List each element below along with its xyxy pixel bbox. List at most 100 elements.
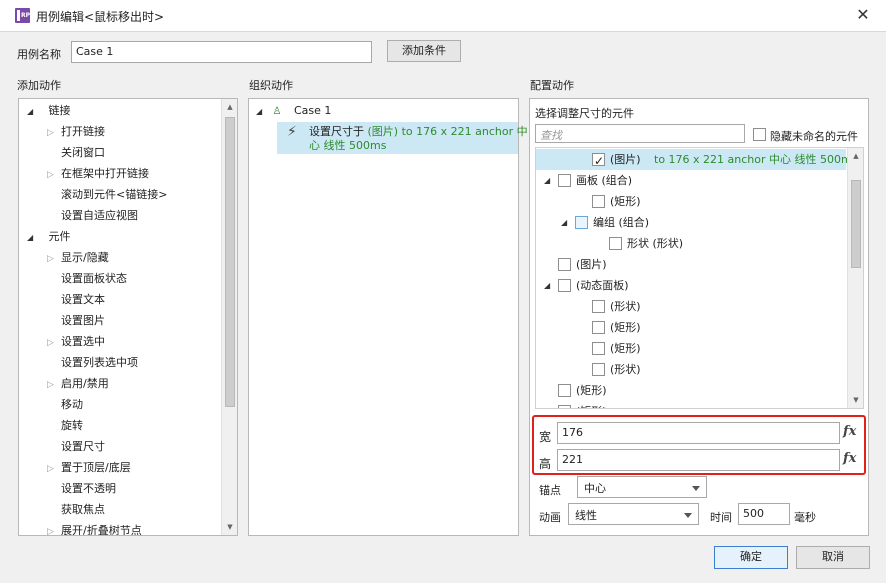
expand-arrow-icon[interactable]: ◢	[27, 101, 37, 122]
tree-item-widget-0[interactable]: ▷ 显示/隐藏	[47, 247, 109, 268]
height-fx-button[interactable]: fx	[843, 451, 856, 466]
hide-unnamed-label: 隐藏未命名的元件	[770, 130, 858, 143]
select-widget-label: 选择调整尺寸的元件	[535, 107, 634, 120]
tree-item-link-2[interactable]: ▷ 在框架中打开链接	[47, 163, 149, 184]
animation-select[interactable]: 线性	[568, 503, 699, 525]
widget-checkbox[interactable]	[558, 174, 571, 187]
widget-checkbox[interactable]	[592, 342, 605, 355]
tree-item-widget-13[interactable]: ▷ 展开/折叠树节点	[47, 520, 142, 536]
widget-checkbox[interactable]	[609, 237, 622, 250]
tree-item-widget-1[interactable]: 设置面板状态	[47, 268, 127, 289]
expand-arrow-icon[interactable]: ◢	[561, 212, 567, 233]
widget-tree-scrollbar[interactable]: ▲ ▼	[847, 148, 863, 408]
widget-checkbox[interactable]	[592, 321, 605, 334]
widget-tree-row[interactable]: 形状 (形状)	[536, 233, 846, 254]
cancel-button[interactable]: 取消	[796, 546, 870, 569]
tree-item-widget-5[interactable]: 设置列表选中项	[47, 352, 138, 373]
expand-arrow-icon[interactable]: ▷	[47, 165, 61, 186]
scroll-up-icon[interactable]: ▲	[222, 103, 237, 111]
widget-label: (形状)	[610, 300, 641, 313]
widget-tree-row[interactable]: (形状)	[536, 296, 846, 317]
widget-tree-row[interactable]: (矩形)	[536, 338, 846, 359]
add-condition-button[interactable]: 添加条件	[387, 40, 461, 62]
expand-arrow-icon[interactable]: ▷	[47, 123, 61, 144]
scroll-up-icon[interactable]: ▲	[848, 152, 863, 160]
scroll-thumb[interactable]	[851, 180, 861, 268]
expand-arrow-icon[interactable]: ◢	[256, 101, 266, 122]
height-input[interactable]: 221	[557, 449, 840, 471]
tree-item-label: 关闭窗口	[61, 146, 105, 159]
widget-tree-row[interactable]: (矩形)	[536, 191, 846, 212]
anchor-select[interactable]: 中心	[577, 476, 707, 498]
widget-tree-row[interactable]: (图片) to 176 x 221 anchor 中心 线性 500ms	[536, 149, 857, 172]
tree-item-label: 设置自适应视图	[61, 209, 138, 222]
widget-checkbox[interactable]	[592, 300, 605, 313]
expand-arrow-icon[interactable]: ▷	[47, 522, 61, 535]
tree-item-label: 设置图片	[61, 314, 105, 327]
expand-arrow-icon[interactable]: ▷	[47, 333, 61, 354]
widget-label: 形状 (形状)	[627, 237, 684, 250]
tree-node-widget[interactable]: ◢ 元件	[27, 226, 71, 247]
widget-checkbox[interactable]	[558, 384, 571, 397]
tree-item-widget-8[interactable]: 旋转	[47, 415, 83, 436]
widget-label: (矩形)	[610, 342, 641, 355]
expand-arrow-icon[interactable]: ▷	[47, 375, 61, 396]
expand-arrow-icon[interactable]: ▷	[47, 249, 61, 270]
action-item-selected[interactable]: ⚡ 设置尺寸于 (图片) to 176 x 221 anchor 中 心 线性 …	[277, 122, 528, 154]
expand-arrow-icon[interactable]: ◢	[544, 170, 550, 191]
tree-item-widget-7[interactable]: 移动	[47, 394, 83, 415]
time-input[interactable]: 500	[738, 503, 790, 525]
tree-item-label: 获取焦点	[61, 503, 105, 516]
tree-item-widget-11[interactable]: 设置不透明	[47, 478, 116, 499]
scroll-down-icon[interactable]: ▼	[848, 396, 863, 404]
expand-arrow-icon[interactable]: ◢	[27, 227, 37, 248]
widget-checkbox[interactable]	[558, 279, 571, 292]
tree-item-widget-3[interactable]: 设置图片	[47, 310, 105, 331]
case-node[interactable]: ◢ ♙ Case 1	[256, 100, 331, 121]
width-label: 宽	[539, 430, 552, 444]
widget-checkbox[interactable]	[575, 216, 588, 229]
search-input[interactable]: 查找	[535, 124, 745, 143]
scroll-down-icon[interactable]: ▼	[222, 523, 237, 531]
ok-button[interactable]: 确定	[714, 546, 788, 569]
widget-tree-row[interactable]: (矩形)	[536, 380, 846, 401]
scroll-thumb[interactable]	[225, 117, 235, 407]
widget-tree-row[interactable]: (矩形)	[536, 317, 846, 338]
tree-node-link[interactable]: ◢ 链接	[27, 100, 71, 121]
widget-tree-row[interactable]: (图片)	[536, 254, 846, 275]
tree-item-link-4[interactable]: 设置自适应视图	[47, 205, 138, 226]
tree-item-widget-4[interactable]: ▷ 设置选中	[47, 331, 105, 352]
tree-item-link-3[interactable]: 滚动到元件<锚链接>	[47, 184, 167, 205]
width-fx-button[interactable]: fx	[843, 424, 856, 439]
tree-item-link-1[interactable]: 关闭窗口	[47, 142, 105, 163]
expand-arrow-icon[interactable]: ◢	[544, 275, 550, 296]
widget-tree-row[interactable]: (形状)	[536, 359, 846, 380]
widget-label: (图片)	[610, 153, 641, 166]
widget-label: (矩形)	[610, 195, 641, 208]
hide-unnamed-checkbox[interactable]	[753, 128, 766, 141]
add-action-scrollbar[interactable]: ▲ ▼	[221, 99, 237, 535]
tree-item-widget-12[interactable]: 获取焦点	[47, 499, 105, 520]
widget-checkbox[interactable]	[592, 363, 605, 376]
width-input[interactable]: 176	[557, 422, 840, 444]
widget-checkbox[interactable]	[592, 151, 605, 172]
tree-item-widget-10[interactable]: ▷ 置于顶层/底层	[47, 457, 131, 478]
tree-item-link-0[interactable]: ▷ 打开链接	[47, 121, 105, 142]
ms-label: 毫秒	[794, 511, 816, 524]
expand-arrow-icon[interactable]: ▷	[47, 459, 61, 480]
close-icon[interactable]: ✕	[854, 6, 872, 24]
widget-checkbox[interactable]	[558, 258, 571, 271]
organize-action-panel: ◢ ♙ Case 1 ⚡ 设置尺寸于 (图片) to 176 x 221 anc…	[248, 98, 528, 536]
widget-tree-row[interactable]: ◢ (动态面板)	[536, 275, 846, 296]
widget-tree-row[interactable]: ◢ 编组 (组合)	[536, 212, 846, 233]
widget-tree-row[interactable]: (矩形)	[536, 401, 846, 408]
tree-item-label: 展开/折叠树节点	[61, 524, 142, 536]
widget-checkbox[interactable]	[558, 405, 571, 408]
tree-item-widget-2[interactable]: 设置文本	[47, 289, 105, 310]
widget-checkbox[interactable]	[592, 195, 605, 208]
tree-item-widget-6[interactable]: ▷ 启用/禁用	[47, 373, 109, 394]
widget-tree-row[interactable]: ◢ 画板 (组合)	[536, 170, 846, 191]
case-name-input[interactable]: Case 1	[71, 41, 372, 63]
tree-item-label: 设置文本	[61, 293, 105, 306]
tree-item-widget-9[interactable]: 设置尺寸	[47, 436, 105, 457]
